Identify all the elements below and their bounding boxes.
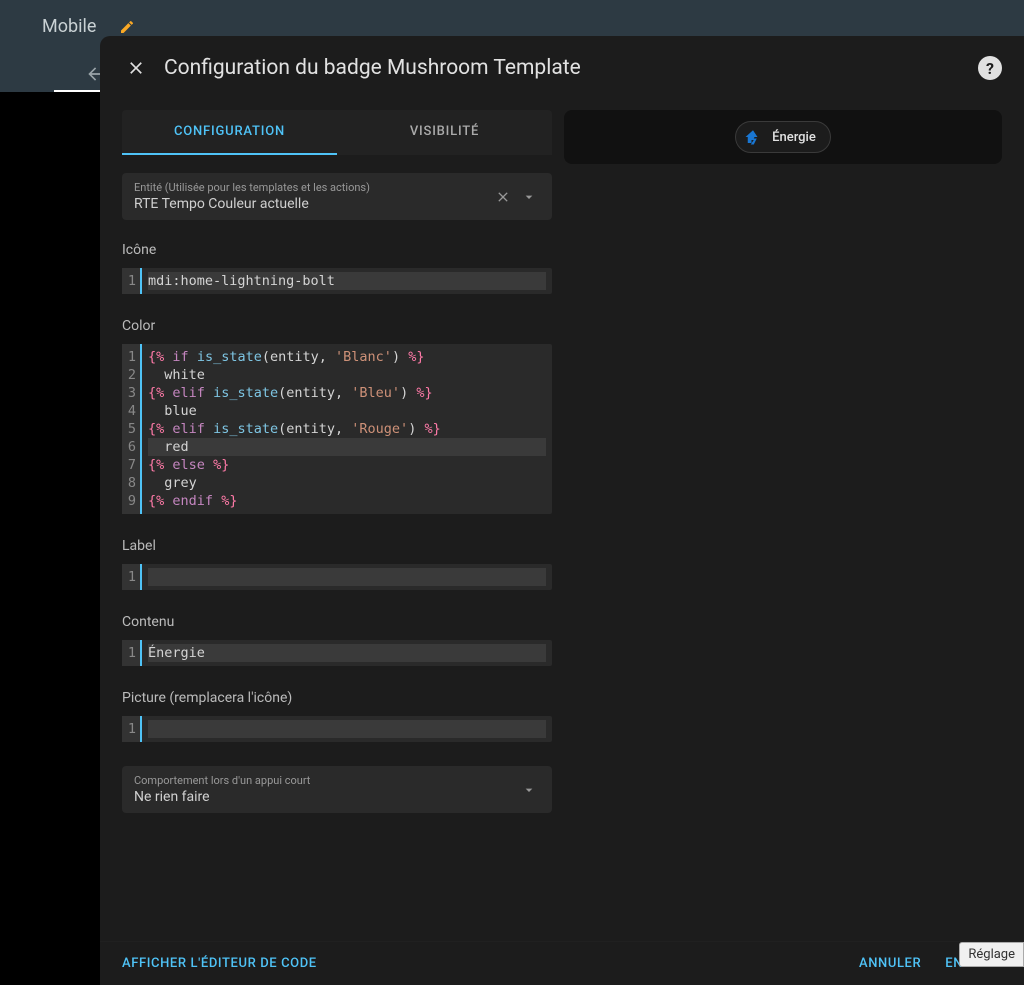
icon-code-editor[interactable]: 1 mdi:home-lightning-bolt [122,268,552,294]
help-button[interactable]: ? [978,56,1002,80]
config-tabs: CONFIGURATION VISIBILITÉ [122,110,552,155]
chevron-down-icon[interactable] [518,779,540,801]
tap-action-label: Comportement lors d'un appui court [134,774,514,787]
close-button[interactable] [122,54,150,82]
content-code-editor[interactable]: 1 Énergie [122,640,552,666]
form-area: Entité (Utilisée pour les templates et l… [122,155,552,835]
color-code-editor[interactable]: 123456789 {% if is_state(entity, 'Blanc'… [122,344,552,514]
config-dialog: Configuration du badge Mushroom Template… [100,36,1024,985]
dialog-header: Configuration du badge Mushroom Template… [100,36,1024,100]
label-section-label: Label [122,538,552,554]
picture-code-editor[interactable]: 1 [122,716,552,742]
show-code-editor-link[interactable]: AFFICHER L'ÉDITEUR DE CODE [122,956,317,971]
preview-badge[interactable]: Énergie [735,121,831,153]
home-lightning-icon [742,126,764,148]
icon-section-label: Icône [122,242,552,258]
label-code-editor[interactable]: 1 [122,564,552,590]
tab-configuration[interactable]: CONFIGURATION [122,110,337,155]
tap-action-value: Ne rien faire [134,789,514,805]
chevron-down-icon[interactable] [518,186,540,208]
config-column: CONFIGURATION VISIBILITÉ Entité (Utilisé… [122,110,552,941]
clear-icon[interactable] [492,186,514,208]
preview-badge-label: Énergie [772,130,816,145]
content-section-label: Contenu [122,614,552,630]
picture-section-label: Picture (remplacera l'icône) [122,690,552,706]
dialog-title: Configuration du badge Mushroom Template [164,56,978,80]
entity-label: Entité (Utilisée pour les templates et l… [134,181,488,194]
dialog-body: CONFIGURATION VISIBILITÉ Entité (Utilisé… [100,100,1024,941]
cancel-button[interactable]: ANNULER [859,956,921,971]
color-section-label: Color [122,318,552,334]
preview-panel: Énergie [564,110,1002,164]
preview-column: Énergie [564,110,1002,941]
tap-action-field[interactable]: Comportement lors d'un appui court Ne ri… [122,766,552,813]
pencil-icon[interactable] [118,18,136,36]
settings-tooltip: Réglage [959,942,1024,967]
tab-visibility[interactable]: VISIBILITÉ [337,110,552,155]
entity-value: RTE Tempo Couleur actuelle [134,196,488,212]
view-title: Mobile [42,16,96,37]
dialog-footer: AFFICHER L'ÉDITEUR DE CODE ANNULER ENREG… [100,941,1024,985]
entity-field[interactable]: Entité (Utilisée pour les templates et l… [122,173,552,220]
